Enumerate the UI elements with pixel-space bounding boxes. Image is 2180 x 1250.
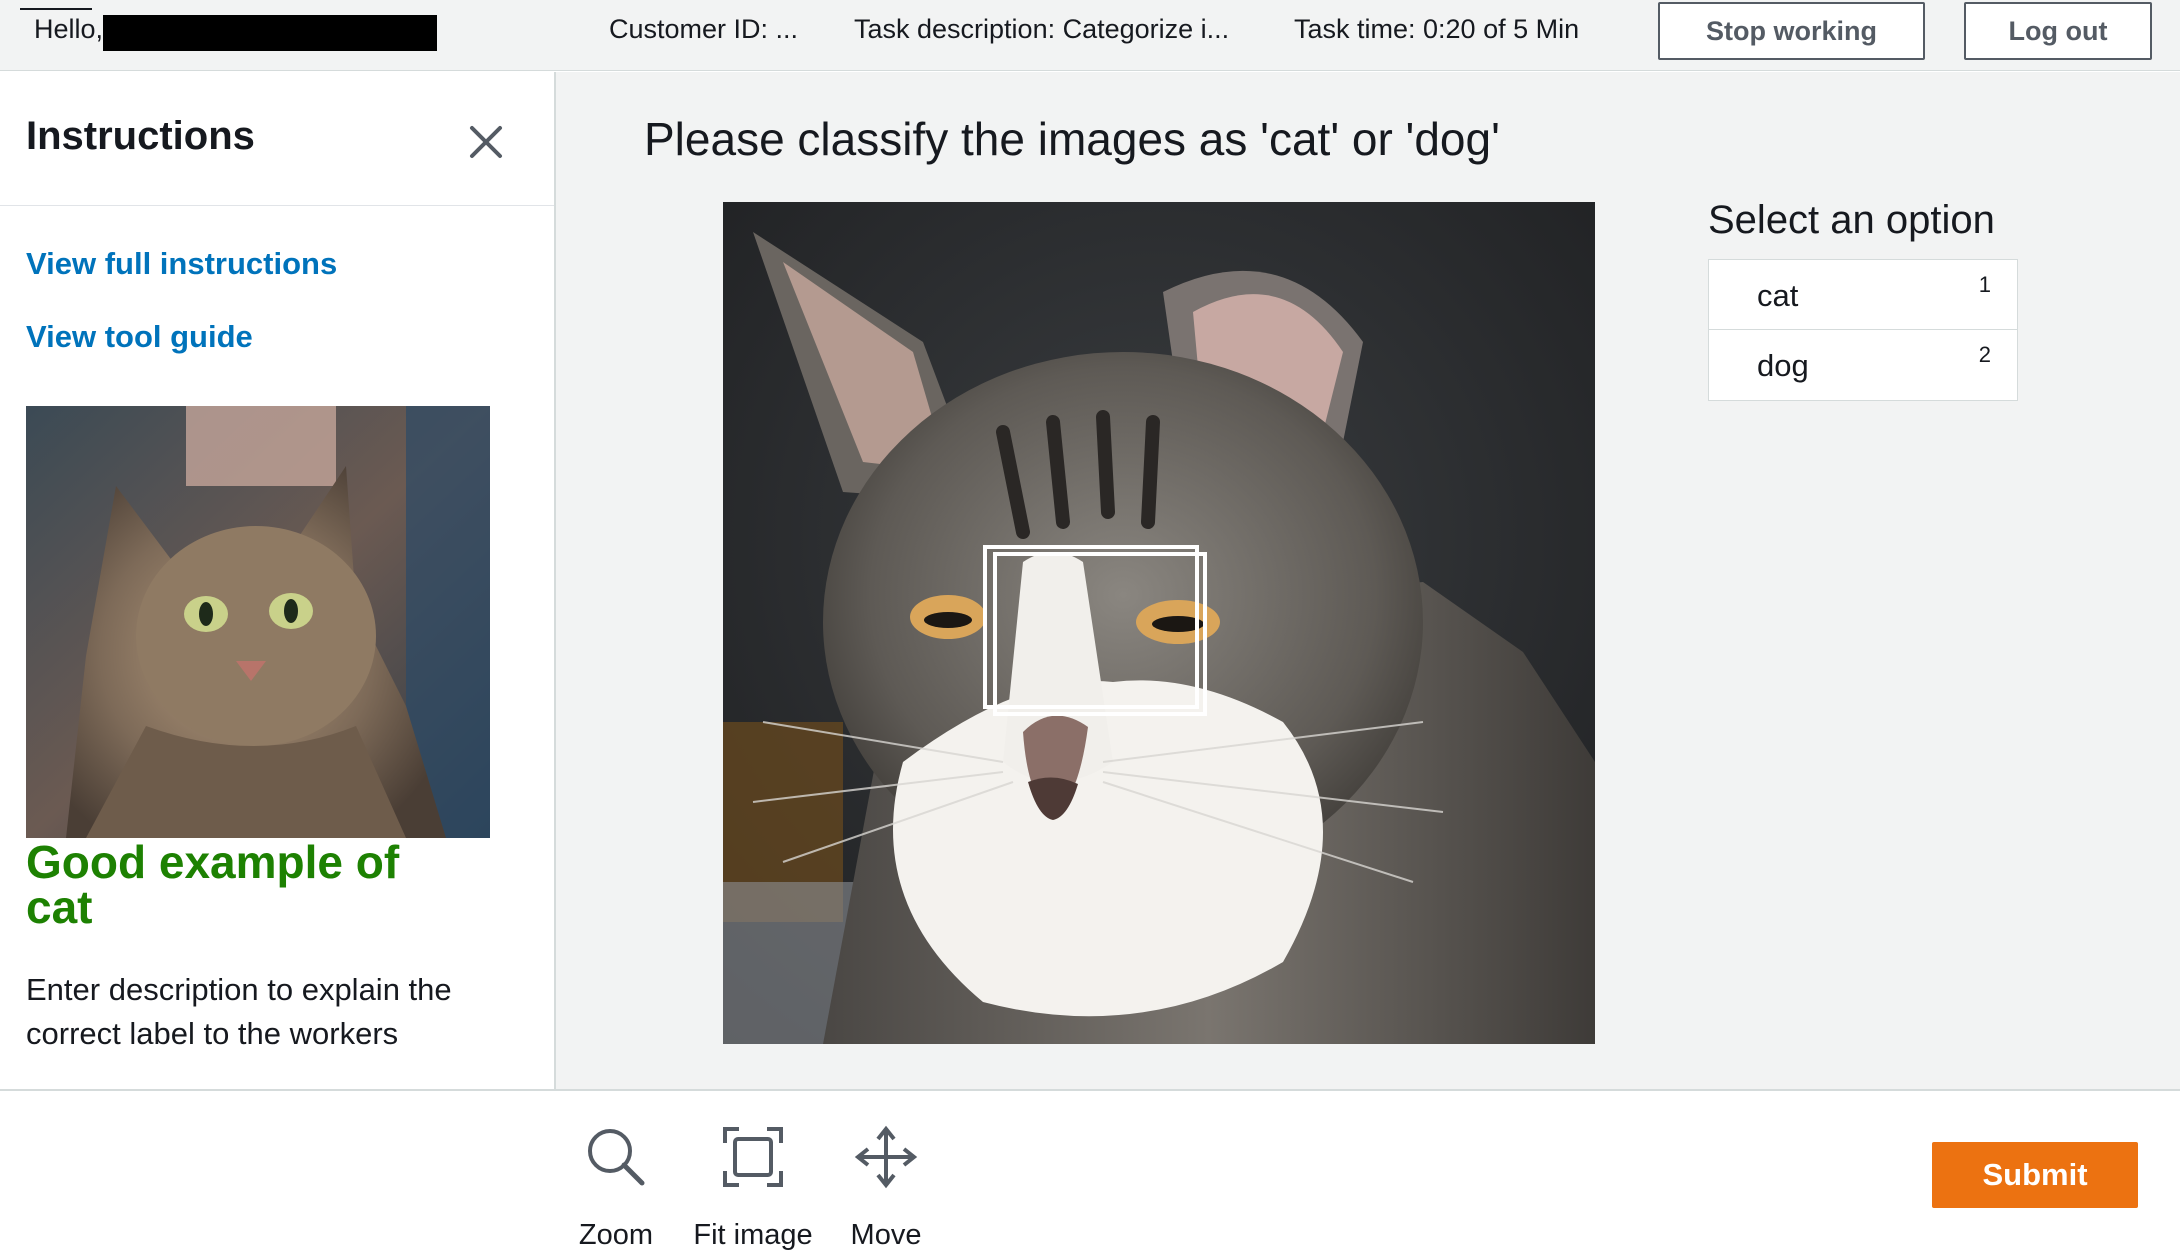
task-prompt: Please classify the images as 'cat' or '… — [644, 113, 1500, 165]
view-tool-guide-link[interactable]: View tool guide — [26, 319, 253, 355]
instructions-header: Instructions — [0, 72, 554, 206]
option-shortcut-key: 1 — [1978, 272, 1991, 297]
example-cat-image — [26, 406, 490, 838]
greeting-underline — [20, 8, 92, 10]
fit-image-icon — [723, 1127, 783, 1187]
task-image-canvas[interactable] — [723, 202, 1595, 1044]
magnifier-icon — [588, 1129, 645, 1186]
instructions-title: Instructions — [26, 114, 255, 158]
options-title: Select an option — [1708, 198, 1995, 242]
submit-button[interactable]: Submit — [1932, 1142, 2138, 1208]
customer-id: Customer ID: ... — [609, 14, 799, 44]
move-label: Move — [850, 1219, 922, 1250]
close-icon[interactable] — [464, 120, 508, 164]
option-shortcut-key: 2 — [1978, 342, 1991, 367]
task-description: Task description: Categorize i... — [854, 14, 1230, 44]
redacted-username — [103, 15, 437, 51]
move-tool-button[interactable]: Move — [821, 1111, 951, 1250]
example-description: Enter description to explain the correct… — [26, 972, 452, 1051]
greeting-text: Hello, — [34, 14, 104, 44]
stop-working-button[interactable]: Stop working — [1658, 2, 1925, 60]
option-cat[interactable]: cat 1 — [1709, 260, 2017, 330]
option-list: cat 1 dog 2 — [1708, 259, 2018, 401]
bottom-toolbar: Zoom Fit image Move Submit — [0, 1089, 2180, 1250]
fit-image-tool-button[interactable]: Fit image — [688, 1111, 818, 1250]
task-time: Task time: 0:20 of 5 Min — [1294, 14, 1580, 44]
option-label: cat — [1757, 278, 1799, 313]
view-full-instructions-link[interactable]: View full instructions — [26, 246, 337, 282]
instructions-panel: Instructions View full instructions View… — [0, 72, 556, 1089]
zoom-tool-button[interactable]: Zoom — [551, 1111, 681, 1250]
log-out-button[interactable]: Log out — [1964, 2, 2152, 60]
good-example-title: Good example of cat — [26, 836, 400, 933]
top-bar: Hello, Customer ID: ... Task description… — [0, 0, 2180, 71]
zoom-label: Zoom — [578, 1219, 654, 1250]
task-main-area: Please classify the images as 'cat' or '… — [556, 72, 2180, 1089]
move-arrows-icon — [854, 1125, 918, 1189]
option-label: dog — [1757, 348, 1809, 383]
option-dog[interactable]: dog 2 — [1709, 330, 2017, 400]
fit-image-label: Fit image — [693, 1219, 813, 1250]
